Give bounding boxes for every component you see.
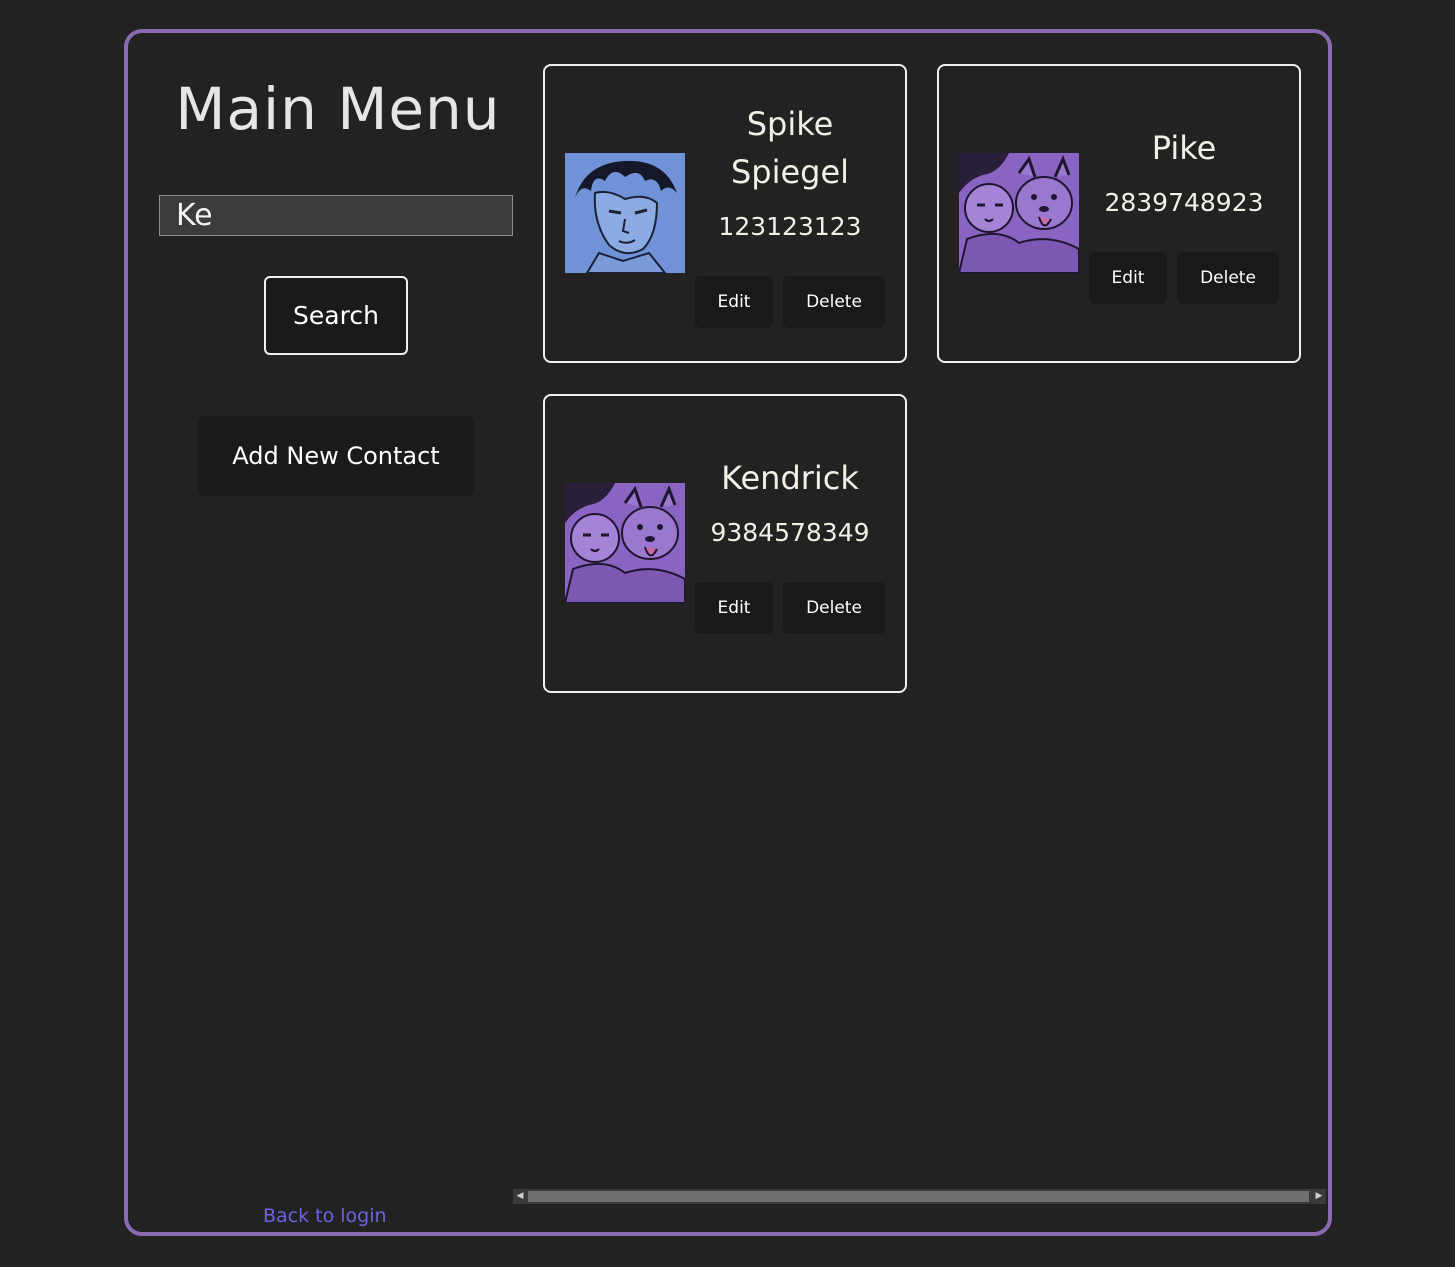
delete-button[interactable]: Delete <box>783 582 885 634</box>
add-new-contact-button[interactable]: Add New Contact <box>198 416 474 496</box>
main-menu-container: Main Menu Search Add New Contact Back to… <box>124 29 1332 1236</box>
contact-info: Kendrick 9384578349 <box>695 454 885 548</box>
contact-name: Pike <box>1151 129 1217 167</box>
delete-button[interactable]: Delete <box>1177 252 1279 304</box>
contact-name-line2: Spiegel <box>730 153 850 191</box>
contact-name: Spike <box>746 105 834 143</box>
scroll-left-icon[interactable]: ◀ <box>513 1189 527 1204</box>
contact-info: Spike Spiegel 123123123 <box>695 100 885 242</box>
delete-button[interactable]: Delete <box>783 276 885 328</box>
scrollbar-thumb[interactable] <box>528 1191 1309 1202</box>
contact-actions: Edit Delete <box>695 582 885 634</box>
edit-button[interactable]: Edit <box>695 582 773 634</box>
back-to-login-link[interactable]: Back to login <box>263 1205 387 1227</box>
sidebar: Main Menu Search Add New Contact Back to… <box>128 33 548 1232</box>
girl-with-dog-icon <box>565 483 685 603</box>
edit-button[interactable]: Edit <box>1089 252 1167 304</box>
search-input[interactable] <box>159 195 513 236</box>
contact-card: Pike 2839748923 Edit Delete <box>937 64 1301 363</box>
horizontal-scrollbar[interactable]: ◀ ▶ <box>513 1189 1326 1204</box>
edit-button[interactable]: Edit <box>695 276 773 328</box>
contact-card: Kendrick 9384578349 Edit Delete <box>543 394 907 693</box>
search-button[interactable]: Search <box>264 276 408 355</box>
scroll-right-icon[interactable]: ▶ <box>1312 1189 1326 1204</box>
contact-actions: Edit Delete <box>695 276 885 328</box>
page-title: Main Menu <box>175 75 501 143</box>
contact-name: Kendrick <box>721 459 859 497</box>
spike-portrait-icon <box>565 153 685 273</box>
girl-with-dog-icon <box>959 153 1079 273</box>
contact-phone: 2839748923 <box>1104 188 1264 217</box>
contact-actions: Edit Delete <box>1089 252 1279 304</box>
contact-card: Spike Spiegel 123123123 Edit Delete <box>543 64 907 363</box>
contact-info: Pike 2839748923 <box>1089 124 1279 218</box>
contact-phone: 9384578349 <box>710 518 870 547</box>
contact-phone: 123123123 <box>718 212 862 241</box>
